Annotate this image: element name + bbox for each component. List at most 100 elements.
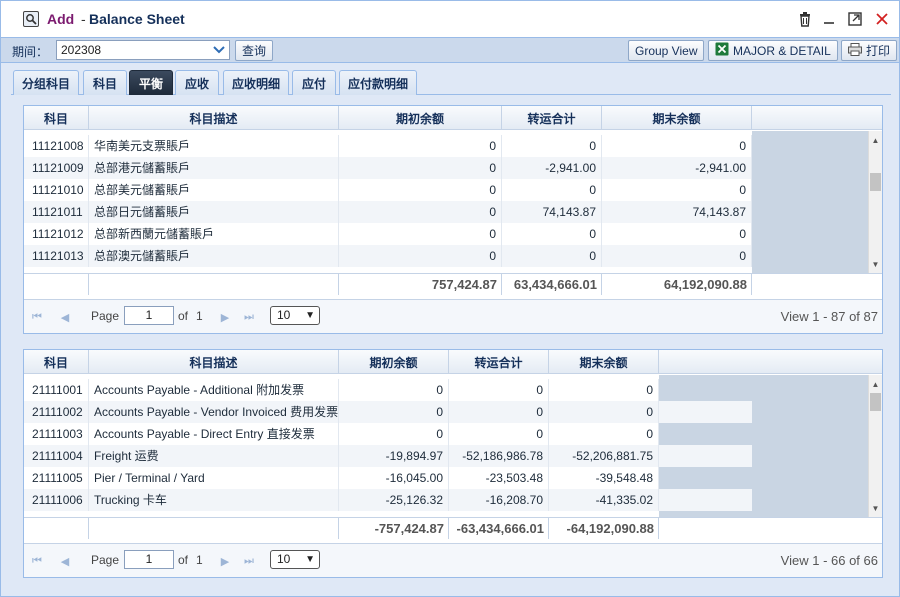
prev-page-icon[interactable]: ◀ [58, 554, 72, 568]
column-header[interactable]: 转运合计 [449, 350, 549, 374]
column-header[interactable]: 转运合计 [502, 106, 602, 130]
group-view-button[interactable]: Group View [628, 40, 705, 61]
tab-label: 应收 [184, 76, 209, 91]
chevron-down-icon: ▼ [305, 310, 315, 321]
tab-accounts[interactable]: 科目 [83, 70, 127, 95]
table-row[interactable]: 11121008 华南美元支票賬戶 0 0 0 [24, 135, 752, 157]
cell-open: -19,894.97 [339, 445, 449, 467]
cell-close: 0 [549, 401, 659, 423]
cell-desc: 总部日元儲蓄賬戶 [89, 201, 339, 223]
table-row[interactable]: 11121010 总部美元儲蓄賬戶 0 0 0 [24, 179, 752, 201]
first-page-icon[interactable]: ⏮ [30, 310, 44, 324]
cell-desc: Accounts Payable - Direct Entry 直接发票 [89, 423, 339, 445]
page-size-select[interactable]: 10 ▼ [270, 306, 320, 325]
table-row[interactable]: 21111006 Trucking 卡车 -25,126.32 -16,208.… [24, 489, 752, 511]
major-detail-button[interactable]: MAJOR & DETAIL [708, 40, 838, 61]
cell-close: 0 [549, 423, 659, 445]
next-page-icon[interactable]: ▶ [218, 310, 232, 324]
period-value: 202308 [61, 43, 102, 57]
cell-desc: Freight 运费 [89, 445, 339, 467]
table-row[interactable]: 21111005 Pier / Terminal / Yard -16,045.… [24, 467, 752, 489]
cell-code: 11121013 [24, 245, 89, 267]
table-row[interactable]: 21111001 Accounts Payable - Additional 附… [24, 379, 752, 401]
window-mode: Add [47, 11, 75, 27]
pager: ⏮ ◀ Page 1 of 1 ▶ ⏭ 10 ▼ View 1 - 66 of 6… [24, 543, 882, 577]
cell-code: 21111005 [24, 467, 89, 489]
last-page-icon[interactable]: ⏭ [242, 554, 256, 568]
table-row[interactable]: 21111003 Accounts Payable - Direct Entry… [24, 423, 752, 445]
column-header[interactable]: 期末余额 [549, 350, 659, 374]
cell-open: 0 [339, 223, 502, 245]
last-page-icon[interactable]: ⏭ [242, 310, 256, 324]
cell-code: 21111002 [24, 401, 89, 423]
tab-payable-detail[interactable]: 应付款明细 [339, 70, 417, 95]
totals-row: -757,424.87 -63,434,666.01 -64,192,090.8… [24, 517, 882, 539]
totals-empty [24, 274, 89, 295]
page-input[interactable]: 1 [124, 550, 174, 569]
cell-transfer: 0 [502, 223, 602, 245]
cell-close: 0 [602, 245, 752, 267]
table-row[interactable]: 11121009 总部港元儲蓄賬戶 0 -2,941.00 -2,941.00 [24, 157, 752, 179]
total-close: -64,192,090.88 [549, 518, 659, 539]
table-row[interactable]: 11121013 总部澳元儲蓄賬戶 0 0 0 [24, 245, 752, 267]
balance-grid-top: 科目 科目描述 期初余额 转运合计 期末余额 11121008 华南美元支票賬戶… [23, 105, 883, 334]
column-header[interactable]: 科目描述 [89, 106, 339, 130]
tab-receivable[interactable]: 应收 [175, 70, 219, 95]
table-row[interactable]: 11121012 总部新西蘭元儲蓄賬戶 0 0 0 [24, 223, 752, 245]
column-header[interactable]: 期初余额 [339, 106, 502, 130]
page-input[interactable]: 1 [124, 306, 174, 325]
tab-balance[interactable]: 平衡 [129, 70, 173, 95]
first-page-icon[interactable]: ⏮ [30, 554, 44, 568]
window-title: Balance Sheet [89, 11, 185, 27]
delete-icon[interactable] [796, 10, 814, 28]
cell-code: 11121009 [24, 157, 89, 179]
tab-group-accounts[interactable]: 分组科目 [13, 70, 79, 95]
cell-open: 0 [339, 423, 449, 445]
view-info: View 1 - 66 of 66 [780, 553, 878, 568]
scroll-down-icon[interactable]: ▼ [869, 501, 882, 515]
maximize-icon[interactable] [846, 10, 864, 28]
grid-header: 科目 科目描述 期初余额 转运合计 期末余额 [24, 350, 882, 374]
cell-code: 11121011 [24, 201, 89, 223]
close-icon[interactable] [873, 10, 891, 28]
page-size-value: 10 [277, 308, 291, 322]
table-row[interactable]: 11121011 总部日元儲蓄賬戶 0 74,143.87 74,143.87 [24, 201, 752, 223]
table-row[interactable]: 21111002 Accounts Payable - Vendor Invoi… [24, 401, 752, 423]
tab-payable[interactable]: 应付 [292, 70, 336, 95]
scroll-thumb[interactable] [870, 173, 881, 191]
total-transfer: -63,434,666.01 [449, 518, 549, 539]
scroll-down-icon[interactable]: ▼ [869, 257, 882, 271]
column-header[interactable]: 科目描述 [89, 350, 339, 374]
table-row[interactable]: 21111004 Freight 运费 -19,894.97 -52,186,9… [24, 445, 752, 467]
column-header[interactable]: 科目 [24, 106, 89, 130]
cell-open: 0 [339, 135, 502, 157]
cell-code: 21111001 [24, 379, 89, 401]
scroll-up-icon[interactable]: ▲ [869, 377, 882, 391]
tab-receivable-detail[interactable]: 应收明细 [223, 70, 289, 95]
column-header[interactable]: 期末余额 [602, 106, 752, 130]
cell-open: -25,126.32 [339, 489, 449, 511]
cell-open: 0 [339, 179, 502, 201]
cell-transfer: -23,503.48 [449, 467, 549, 489]
next-page-icon[interactable]: ▶ [218, 554, 232, 568]
print-button[interactable]: 打印 [841, 40, 898, 61]
cell-code: 11121010 [24, 179, 89, 201]
of-label: of [178, 553, 189, 567]
tab-label: 科目 [92, 76, 117, 91]
column-header[interactable]: 科目 [24, 350, 89, 374]
chevron-down-icon[interactable] [209, 41, 229, 59]
scroll-thumb[interactable] [870, 393, 881, 411]
query-button[interactable]: 查询 [235, 40, 274, 61]
cell-transfer: 0 [502, 135, 602, 157]
vertical-scrollbar[interactable]: ▲ ▼ [868, 375, 882, 517]
page-size-select[interactable]: 10 ▼ [270, 550, 320, 569]
vertical-scrollbar[interactable]: ▲ ▼ [868, 131, 882, 273]
cell-transfer: 0 [449, 401, 549, 423]
prev-page-icon[interactable]: ◀ [58, 310, 72, 324]
minimize-icon[interactable] [820, 10, 838, 28]
page-label: Page [91, 553, 120, 567]
column-header[interactable]: 期初余额 [339, 350, 449, 374]
scroll-up-icon[interactable]: ▲ [869, 133, 882, 147]
cell-code: 21111004 [24, 445, 89, 467]
period-select[interactable]: 202308 [56, 40, 230, 60]
